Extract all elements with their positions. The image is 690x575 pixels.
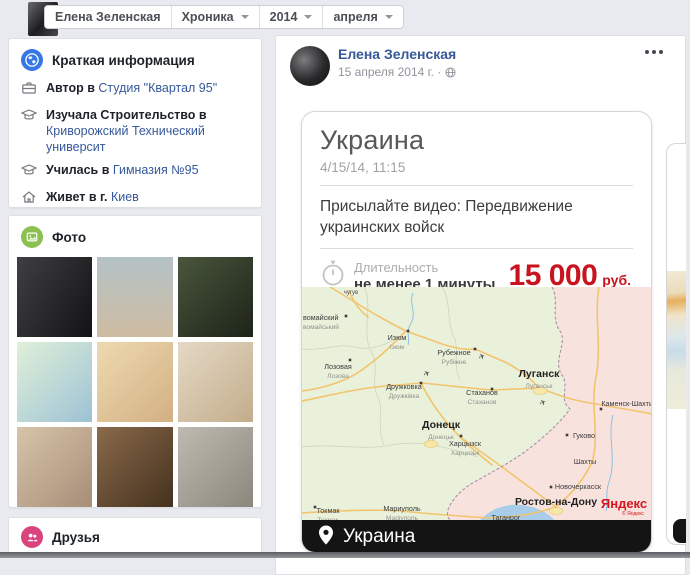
map-fragment (667, 271, 686, 409)
svg-text:чугув: чугув (344, 290, 359, 296)
filter-timeline[interactable]: Хроника (171, 6, 259, 28)
photo-thumbnail[interactable] (178, 257, 253, 337)
caret-down-icon (304, 15, 312, 23)
friends-card[interactable]: Друзья (8, 517, 262, 557)
photo-thumbnail[interactable] (178, 427, 253, 507)
svg-text:Шахты: Шахты (574, 457, 597, 466)
price-currency: руб. (602, 272, 631, 288)
yandex-copyright: © Яндекс (622, 510, 644, 517)
graduation-cap-icon (21, 162, 37, 182)
photos-badge-icon (21, 226, 43, 248)
svg-text:Лозовая: Лозовая (324, 362, 352, 371)
filter-month[interactable]: апреля (322, 6, 402, 28)
photos-card: Фото (8, 215, 262, 508)
friends-badge-icon (21, 526, 43, 548)
intro-link-studio[interactable]: Студия "Квартал 95" (98, 81, 217, 95)
svg-text:Стаханов: Стаханов (466, 388, 498, 397)
alert-header: Украина 4/15/14, 11:15 Присылайте видео:… (302, 112, 651, 293)
svg-text:Ростов-на-Дону: Ростов-на-Дону (515, 496, 597, 508)
svg-text:Ізюм: Ізюм (390, 344, 405, 351)
briefcase-icon (21, 80, 37, 100)
intro-item-school: Училась в Гимназия №95 (21, 162, 249, 182)
svg-text:Мариуполь: Мариуполь (383, 504, 421, 513)
post-attachment-screenshot[interactable]: Украина 4/15/14, 11:15 Присылайте видео:… (301, 111, 652, 553)
post-menu-button[interactable] (645, 50, 663, 54)
breadcrumb: Елена Зеленская Хроника 2014 апреля (44, 5, 404, 29)
divider (320, 185, 633, 186)
intro-link-university[interactable]: Криворожский Технический университ (46, 124, 205, 154)
svg-text:Новочеркасск: Новочеркасск (555, 482, 602, 491)
photo-thumbnail[interactable] (17, 257, 92, 337)
svg-text:Рубіжне: Рубіжне (442, 358, 467, 366)
svg-text:Дружковка: Дружковка (386, 382, 422, 391)
intro-card: Краткая информация Автор в Студия "Кварт… (8, 38, 262, 208)
photo-thumbnail[interactable] (97, 257, 172, 337)
breadcrumb-profile-name[interactable]: Елена Зеленская (45, 6, 171, 28)
svg-text:Гуково: Гуково (573, 431, 595, 440)
intro-item-university: Изучала Строительство в Криворожский Тех… (21, 107, 249, 155)
intro-text: Училась в Гимназия №95 (46, 162, 199, 182)
yandex-logo: Яндекс (601, 496, 647, 511)
location-label: Украина (343, 526, 415, 548)
intro-title: Краткая информация (52, 53, 195, 68)
caret-down-icon (385, 15, 393, 23)
graduation-cap-icon (21, 107, 37, 155)
alert-datetime: 4/15/14, 11:15 (320, 160, 633, 175)
svg-text:Каменск-Шахти: Каменск-Шахти (601, 399, 652, 408)
svg-text:Луганськ: Луганськ (526, 383, 553, 390)
globe-badge-icon (21, 49, 43, 71)
photo-thumbnail[interactable] (97, 342, 172, 422)
photo-thumbnail[interactable] (17, 342, 92, 422)
intro-item-city: Живет в г. Киев (21, 189, 249, 209)
post-attachment-screenshot-partial[interactable] (666, 143, 686, 545)
post-author-name[interactable]: Елена Зеленская (338, 46, 671, 62)
location-bar-fragment (673, 519, 686, 543)
intro-link-city[interactable]: Киев (111, 190, 139, 204)
location-pin-icon (318, 525, 334, 550)
location-bar: Украина (302, 520, 652, 553)
svg-text:Токмак: Токмак (316, 506, 340, 515)
svg-text:вомайский: вомайский (303, 313, 338, 322)
map-image: чугув вомайскийвомайський Изюм Ізюм Лозовая Л… (302, 287, 652, 520)
privacy-globe-icon (445, 67, 456, 78)
intro-item-work: Автор в Студия "Квартал 95" (21, 80, 249, 100)
intro-text: Изучала Строительство в Криворожский Тех… (46, 107, 249, 155)
intro-text: Автор в Студия "Квартал 95" (46, 80, 217, 100)
svg-text:Рубежное: Рубежное (437, 348, 470, 357)
divider (320, 248, 633, 249)
post-timestamp: 15 апреля 2014 г. · (338, 65, 671, 79)
svg-text:Луганск: Луганск (519, 368, 561, 380)
friends-title: Друзья (52, 530, 100, 545)
intro-link-school[interactable]: Гимназия №95 (113, 163, 199, 177)
home-icon (21, 189, 37, 209)
post-header: Елена Зеленская 15 апреля 2014 г. · (276, 36, 685, 89)
filter-year[interactable]: 2014 (259, 6, 323, 28)
bottom-edge-strip (0, 552, 690, 558)
alert-message: Присылайте видео: Передвижение украински… (320, 196, 605, 238)
photo-thumbnail[interactable] (97, 427, 172, 507)
photos-title: Фото (52, 230, 86, 245)
caret-down-icon (241, 15, 249, 23)
photo-thumbnail[interactable] (178, 342, 253, 422)
photo-thumbnail[interactable] (17, 427, 92, 507)
post-author-avatar[interactable] (290, 46, 330, 86)
svg-text:Таганрог: Таганрог (491, 513, 520, 520)
svg-text:Стаханов: Стаханов (467, 399, 497, 406)
duration-label: Длительность (354, 260, 496, 275)
svg-text:Харцизьк: Харцизьк (451, 450, 480, 457)
svg-text:Донецк: Донецк (422, 419, 461, 431)
post-card: Елена Зеленская 15 апреля 2014 г. · Укра… (275, 35, 686, 575)
alert-title: Украина (320, 125, 633, 156)
svg-text:вомайський: вомайський (303, 323, 339, 331)
photo-grid (17, 257, 253, 507)
svg-text:Дружківка: Дружківка (389, 392, 420, 400)
svg-text:Изюм: Изюм (388, 333, 407, 342)
svg-text:Лозова: Лозова (327, 373, 349, 380)
svg-text:Харцызск: Харцызск (449, 439, 482, 448)
intro-text: Живет в г. Киев (46, 189, 139, 209)
